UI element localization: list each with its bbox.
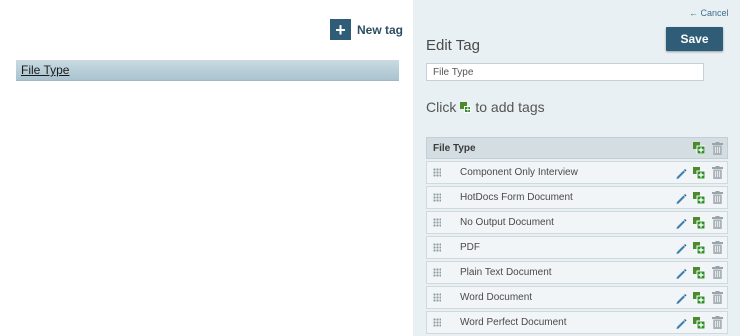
edit-pencil-icon[interactable] (675, 192, 687, 204)
trash-icon[interactable] (711, 141, 723, 155)
group-header: File Type (426, 137, 728, 159)
tag-value-list: File Type Component Only Interview HotDo… (426, 137, 728, 334)
edit-pencil-icon[interactable] (675, 267, 687, 279)
edit-tag-panel: ← Cancel Edit Tag Save Click + to add ta… (413, 0, 740, 336)
tag-value-row[interactable]: Word Document (426, 286, 728, 309)
tag-value-row[interactable]: Word Perfect Document (426, 311, 728, 334)
add-subtag-icon[interactable] (693, 291, 705, 304)
add-subtag-icon[interactable] (693, 216, 705, 229)
tag-value-label: HotDocs Form Document (460, 192, 573, 203)
trash-icon[interactable] (711, 216, 723, 229)
edit-pencil-icon[interactable] (675, 217, 687, 229)
tag-value-label: Word Document (460, 292, 533, 303)
add-subtag-icon[interactable] (693, 241, 705, 254)
save-button[interactable]: Save (666, 27, 723, 51)
new-tag-button[interactable]: + New tag (330, 19, 403, 40)
group-header-label: File Type (433, 142, 476, 154)
trash-icon[interactable] (711, 191, 723, 204)
drag-handle-icon[interactable] (433, 318, 441, 327)
drag-handle-icon[interactable] (433, 193, 441, 202)
edit-pencil-icon[interactable] (675, 242, 687, 254)
tag-list-pane: + New tag File Type (0, 0, 413, 336)
add-subtag-icon[interactable] (693, 166, 705, 179)
trash-icon[interactable] (711, 266, 723, 279)
tag-value-label: Plain Text Document (460, 267, 552, 278)
plus-icon: + (330, 19, 351, 40)
tag-value-label: Word Perfect Document (460, 317, 567, 328)
drag-handle-icon[interactable] (433, 243, 441, 252)
trash-icon[interactable] (711, 241, 723, 254)
trash-icon[interactable] (711, 166, 723, 179)
trash-icon[interactable] (711, 316, 723, 329)
trash-icon[interactable] (711, 291, 723, 304)
drag-handle-icon[interactable] (433, 268, 441, 277)
add-subtag-icon: + (460, 101, 472, 113)
add-subtag-icon[interactable] (693, 316, 705, 329)
tag-name-input[interactable] (426, 63, 704, 81)
tag-value-label: PDF (460, 242, 480, 253)
hint-text-after: to add tags (475, 99, 545, 115)
tag-value-row[interactable]: PDF (426, 236, 728, 259)
add-tags-hint: Click + to add tags (426, 99, 545, 115)
add-subtag-icon[interactable] (693, 191, 705, 204)
edit-pencil-icon[interactable] (675, 317, 687, 329)
tag-row-selected[interactable]: File Type (16, 60, 399, 81)
drag-handle-icon[interactable] (433, 218, 441, 227)
cancel-link[interactable]: ← Cancel (689, 8, 729, 18)
add-subtag-icon[interactable] (693, 266, 705, 279)
tag-value-row[interactable]: Component Only Interview (426, 161, 728, 184)
tag-value-row[interactable]: Plain Text Document (426, 261, 728, 284)
new-tag-label: New tag (357, 22, 404, 37)
tag-link[interactable]: File Type (21, 63, 69, 77)
hint-text-before: Click (426, 99, 457, 115)
panel-title: Edit Tag (426, 37, 480, 54)
edit-pencil-icon[interactable] (675, 167, 687, 179)
drag-handle-icon[interactable] (433, 168, 441, 177)
edit-pencil-icon[interactable] (675, 292, 687, 304)
drag-handle-icon[interactable] (433, 293, 441, 302)
tag-value-label: Component Only Interview (460, 167, 578, 178)
tag-value-label: No Output Document (460, 217, 554, 228)
tag-value-row[interactable]: No Output Document (426, 211, 728, 234)
add-subtag-button[interactable] (693, 142, 705, 154)
tag-value-row[interactable]: HotDocs Form Document (426, 186, 728, 209)
